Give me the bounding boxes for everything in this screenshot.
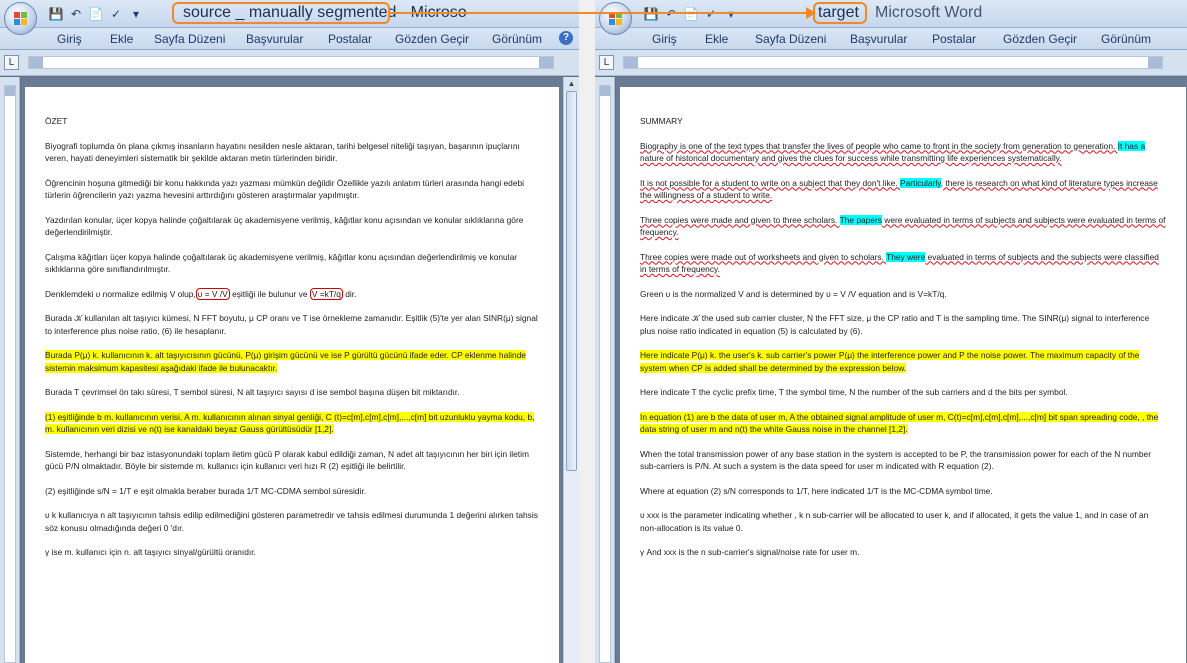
- source-title-annotation: [172, 2, 390, 24]
- tab-insert[interactable]: Ekle: [705, 32, 728, 46]
- ruler-scale: [623, 56, 1163, 69]
- window-gap: [579, 0, 595, 663]
- quick-access-toolbar: 💾 ↶ 📄 ✓ ▾: [48, 5, 144, 23]
- new-document-icon[interactable]: 📄: [683, 6, 699, 22]
- save-icon[interactable]: 💾: [48, 6, 64, 22]
- paragraph: Biyografi toplumda ön plana çıkmış insan…: [45, 140, 520, 164]
- tab-view[interactable]: Görünüm: [492, 32, 542, 46]
- page-heading: SUMMARY: [640, 116, 683, 126]
- tab-mailings[interactable]: Postalar: [932, 32, 976, 46]
- quick-access-toolbar: 💾 ↶ 📄 ✓ ▾: [643, 5, 739, 23]
- tab-insert[interactable]: Ekle: [110, 32, 133, 46]
- customize-qat-icon[interactable]: ▾: [723, 6, 739, 22]
- app-name: Microsoft Word: [875, 4, 983, 21]
- tab-review[interactable]: Gözden Geçir: [395, 32, 469, 46]
- document-area: SUMMARY Biography is one of the text typ…: [616, 77, 1187, 663]
- paragraph: Here indicate 𝒦 the used sub carrier clu…: [640, 313, 1150, 336]
- paragraph: Öğrencinin hoşuna gitmediği bir konu hak…: [45, 177, 525, 201]
- paragraph: Three copies were made and given to thre…: [640, 214, 1166, 237]
- paragraph: υ xxx is the parameter indicating whethe…: [640, 510, 1149, 533]
- source-word-window: 💾 ↶ 📄 ✓ ▾ source _ manually segmented - …: [0, 0, 579, 663]
- undo-icon[interactable]: ↶: [663, 6, 679, 22]
- paragraph: Sistemde, herhangi bir baz istasyonundak…: [45, 448, 529, 472]
- paragraph: It is not possible for a student to writ…: [640, 177, 1158, 200]
- office-logo-icon: [14, 12, 28, 26]
- highlighted-paragraph: (1) eşitliğinde b m. kullanıcının verisi…: [45, 411, 535, 434]
- spellcheck-icon[interactable]: ✓: [703, 6, 719, 22]
- document-area: ÖZET Biyografi toplumda ön plana çıkmış …: [21, 77, 563, 663]
- scroll-up-icon[interactable]: ▲: [564, 77, 579, 91]
- annotation-connector: [390, 12, 808, 14]
- vertical-ruler[interactable]: [595, 77, 615, 663]
- paragraph: γ ise m. kullanıcı için n. alt taşıyıcı …: [45, 547, 256, 557]
- paragraph: γ And xxx is the n sub-carrier's signal/…: [640, 547, 860, 557]
- horizontal-ruler[interactable]: L: [0, 50, 579, 76]
- highlighted-paragraph: Burada P(μ) k. kullanıcının k. alt taşıy…: [45, 350, 526, 373]
- paragraph: Three copies were made out of worksheets…: [640, 251, 1159, 274]
- document-page[interactable]: ÖZET Biyografi toplumda ön plana çıkmış …: [25, 87, 559, 663]
- tab-view[interactable]: Görünüm: [1101, 32, 1151, 46]
- page-heading: ÖZET: [45, 116, 68, 126]
- new-document-icon[interactable]: 📄: [88, 6, 104, 22]
- ribbon-tabs: Giriş Ekle Sayfa Düzeni Başvurular Posta…: [595, 28, 1187, 50]
- tab-page-layout[interactable]: Sayfa Düzeni: [154, 32, 225, 46]
- paragraph: Where at equation (2) s/N corresponds to…: [640, 485, 993, 496]
- title-bar: 💾 ↶ 📄 ✓ ▾ target Microsoft Word: [595, 0, 1187, 28]
- vertical-scrollbar[interactable]: ▲: [563, 77, 579, 663]
- tab-home[interactable]: Giriş: [57, 32, 82, 46]
- paragraph: Yazdırılan konular, üçer kopya halinde ç…: [45, 214, 524, 238]
- paragraph: Green υ is the normalized V and is deter…: [640, 288, 947, 299]
- paragraph: When the total transmission power of any…: [640, 448, 1151, 472]
- paragraph: Here indicate T the cyclic prefix time, …: [640, 387, 1068, 397]
- office-button[interactable]: [4, 2, 37, 35]
- scroll-thumb[interactable]: [566, 91, 577, 471]
- paragraph: Denklemdeki υ normalize edilmiş V olup, υ…: [45, 287, 357, 300]
- tab-references[interactable]: Başvurular: [246, 32, 303, 46]
- customize-qat-icon[interactable]: ▾: [128, 6, 144, 22]
- formula-box: V =kT/q: [309, 287, 343, 300]
- target-title-annotation: [813, 2, 867, 24]
- ribbon-tabs: Giriş Ekle Sayfa Düzeni Başvurular Posta…: [0, 28, 579, 50]
- spellcheck-icon[interactable]: ✓: [108, 6, 124, 22]
- tab-references[interactable]: Başvurular: [850, 32, 907, 46]
- document-page[interactable]: SUMMARY Biography is one of the text typ…: [620, 87, 1186, 663]
- office-logo-icon: [609, 12, 623, 26]
- tab-selector-icon[interactable]: L: [4, 55, 19, 70]
- paragraph: Çalışma kâğıtları üçer kopya halinde çoğ…: [45, 251, 518, 275]
- help-icon[interactable]: ?: [559, 31, 573, 45]
- paragraph: Burada 𝒦 kullanılan alt taşıyıcı kümesi,…: [45, 313, 538, 336]
- vertical-ruler[interactable]: [0, 77, 20, 663]
- target-word-window: 💾 ↶ 📄 ✓ ▾ target Microsoft Word Giriş Ek…: [595, 0, 1187, 663]
- highlighted-paragraph: In equation (1) are b the data of user m…: [640, 411, 1159, 434]
- paragraph: υ k kullanıcıya n alt taşıyıcının tahsis…: [45, 510, 538, 533]
- save-icon[interactable]: 💾: [643, 6, 659, 22]
- tab-page-layout[interactable]: Sayfa Düzeni: [755, 32, 826, 46]
- formula-box: υ = V /V: [195, 287, 230, 300]
- paragraph: (2) eşitliğinde s/N = 1/T e eşit olmakla…: [45, 485, 367, 496]
- tab-selector-icon[interactable]: L: [599, 55, 614, 70]
- tab-home[interactable]: Giriş: [652, 32, 677, 46]
- paragraph: Biography is one of the text types that …: [640, 140, 1146, 163]
- office-button[interactable]: [599, 2, 632, 35]
- horizontal-ruler[interactable]: L: [595, 50, 1187, 76]
- undo-icon[interactable]: ↶: [68, 6, 84, 22]
- highlighted-paragraph: Here indicate P(μ) k. the user's k. sub …: [640, 350, 1140, 373]
- tab-review[interactable]: Gözden Geçir: [1003, 32, 1077, 46]
- tab-mailings[interactable]: Postalar: [328, 32, 372, 46]
- ruler-scale: [28, 56, 554, 69]
- paragraph: Burada T çevrimsel ön takı süresi, T sem…: [45, 387, 460, 397]
